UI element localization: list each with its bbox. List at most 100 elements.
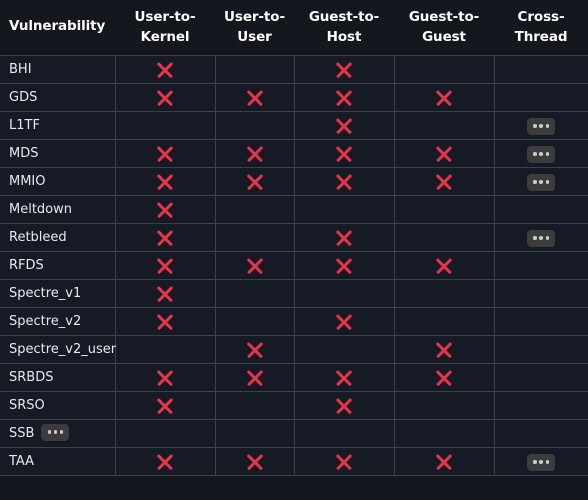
matrix-cell-cross-thread[interactable] (494, 166, 588, 196)
table-row: MMIO (0, 166, 588, 196)
matrix-cell-cross-thread (494, 278, 588, 308)
table-header: Vulnerability User-to- Kernel User-to- User G… (0, 0, 588, 55)
column-header-label: Kernel (140, 28, 190, 45)
matrix-cell-guest-to-host (294, 82, 395, 112)
vulnerability-name-cell: L1TF (0, 110, 116, 140)
empty-cell (216, 125, 217, 126)
vulnerability-name-label: Spectre_v2 (9, 313, 82, 329)
column-header-label: Cross- (517, 8, 565, 25)
matrix-cell-guest-to-host (294, 418, 395, 448)
empty-cell (495, 377, 496, 378)
matrix-cell-guest-to-host (294, 222, 395, 252)
empty-cell (495, 349, 496, 350)
table-row: GDS (0, 82, 588, 112)
vulnerability-name-cell: RFDS (0, 250, 116, 280)
more-options-icon[interactable] (527, 229, 556, 247)
empty-cell (116, 433, 117, 434)
column-header-label: Thread (514, 28, 568, 45)
vulnerability-name-cell: TAA (0, 446, 116, 476)
matrix-cell-user-to-kernel (115, 222, 216, 252)
vulnerability-name-label: Spectre_v2_user (9, 341, 117, 357)
more-options-icon[interactable] (527, 145, 556, 163)
matrix-cell-cross-thread[interactable] (494, 110, 588, 140)
matrix-cell-guest-to-host (294, 446, 395, 476)
matrix-cell-user-to-kernel (115, 306, 216, 336)
affected-x-icon (156, 228, 175, 247)
table-row: Retbleed (0, 222, 588, 252)
empty-cell (495, 265, 496, 266)
empty-cell (216, 209, 217, 210)
matrix-cell-user-to-user (215, 54, 295, 84)
matrix-cell-user-to-user (215, 390, 295, 420)
affected-x-icon (156, 200, 175, 219)
affected-x-icon (335, 396, 354, 415)
matrix-cell-user-to-kernel (115, 418, 216, 448)
affected-x-icon (435, 144, 454, 163)
vulnerability-name-cell: Meltdown (0, 194, 116, 224)
more-options-icon[interactable] (527, 117, 556, 135)
affected-x-icon (335, 60, 354, 79)
empty-cell (295, 433, 296, 434)
matrix-cell-guest-to-guest (394, 278, 495, 308)
vulnerability-name-label: Meltdown (9, 201, 73, 217)
vulnerability-name-cell: Retbleed (0, 222, 116, 252)
matrix-cell-user-to-kernel (115, 278, 216, 308)
matrix-cell-user-to-kernel (115, 110, 216, 140)
empty-cell (216, 293, 217, 294)
vulnerability-name-cell: Spectre_v1 (0, 278, 116, 308)
matrix-cell-user-to-kernel (115, 250, 216, 280)
matrix-cell-guest-to-guest (394, 82, 495, 112)
more-options-icon[interactable] (527, 453, 556, 471)
vulnerability-name-label: TAA (9, 453, 35, 469)
more-options-icon[interactable] (41, 423, 70, 441)
matrix-cell-cross-thread[interactable] (494, 222, 588, 252)
badge-dot (59, 430, 64, 434)
empty-cell (395, 125, 396, 126)
vulnerability-name-label: RFDS (9, 257, 44, 273)
badge-dot (47, 430, 52, 434)
badge-dot (533, 124, 537, 128)
badge-dot (533, 152, 537, 156)
column-header-label: User-to- (134, 8, 196, 25)
more-options-icon[interactable] (527, 173, 556, 191)
table-row: Meltdown (0, 194, 588, 224)
affected-x-icon (335, 312, 354, 331)
table-row: SSB (0, 418, 588, 448)
matrix-cell-guest-to-host (294, 362, 395, 392)
matrix-cell-user-to-user (215, 138, 295, 168)
vulnerability-name-label: SRBDS (9, 369, 54, 385)
vulnerability-name-cell: GDS (0, 82, 116, 112)
matrix-cell-guest-to-guest (394, 334, 495, 364)
table-row: SRBDS (0, 362, 588, 392)
empty-cell (295, 349, 296, 350)
table-header-row: Vulnerability User-to- Kernel User-to- User G… (0, 0, 588, 55)
matrix-cell-cross-thread (494, 390, 588, 420)
matrix-cell-guest-to-host (294, 334, 395, 364)
vulnerability-name-label: BHI (9, 61, 32, 77)
empty-cell (395, 237, 396, 238)
affected-x-icon (335, 172, 354, 191)
matrix-cell-user-to-user (215, 446, 295, 476)
affected-x-icon (245, 452, 264, 471)
empty-cell (395, 405, 396, 406)
column-header-guest-to-guest: Guest-to- Guest (394, 0, 494, 55)
affected-x-icon (245, 88, 264, 107)
table-row: BHI (0, 54, 588, 84)
badge-dot (539, 152, 544, 156)
matrix-cell-guest-to-host (294, 390, 395, 420)
vulnerability-name-label: Spectre_v1 (9, 285, 82, 301)
empty-cell (395, 321, 396, 322)
affected-x-icon (245, 172, 264, 191)
empty-cell (495, 321, 496, 322)
matrix-cell-cross-thread[interactable] (494, 446, 588, 476)
affected-x-icon (156, 284, 175, 303)
matrix-cell-cross-thread (494, 334, 588, 364)
matrix-cell-cross-thread (494, 418, 588, 448)
affected-x-icon (245, 144, 264, 163)
matrix-cell-guest-to-host (294, 110, 395, 140)
matrix-cell-cross-thread[interactable] (494, 138, 588, 168)
matrix-cell-guest-to-guest (394, 222, 495, 252)
badge-dot (545, 124, 550, 128)
vulnerability-matrix: Vulnerability User-to- Kernel User-to- User G… (0, 0, 588, 500)
vulnerability-name-label: GDS (9, 89, 38, 105)
